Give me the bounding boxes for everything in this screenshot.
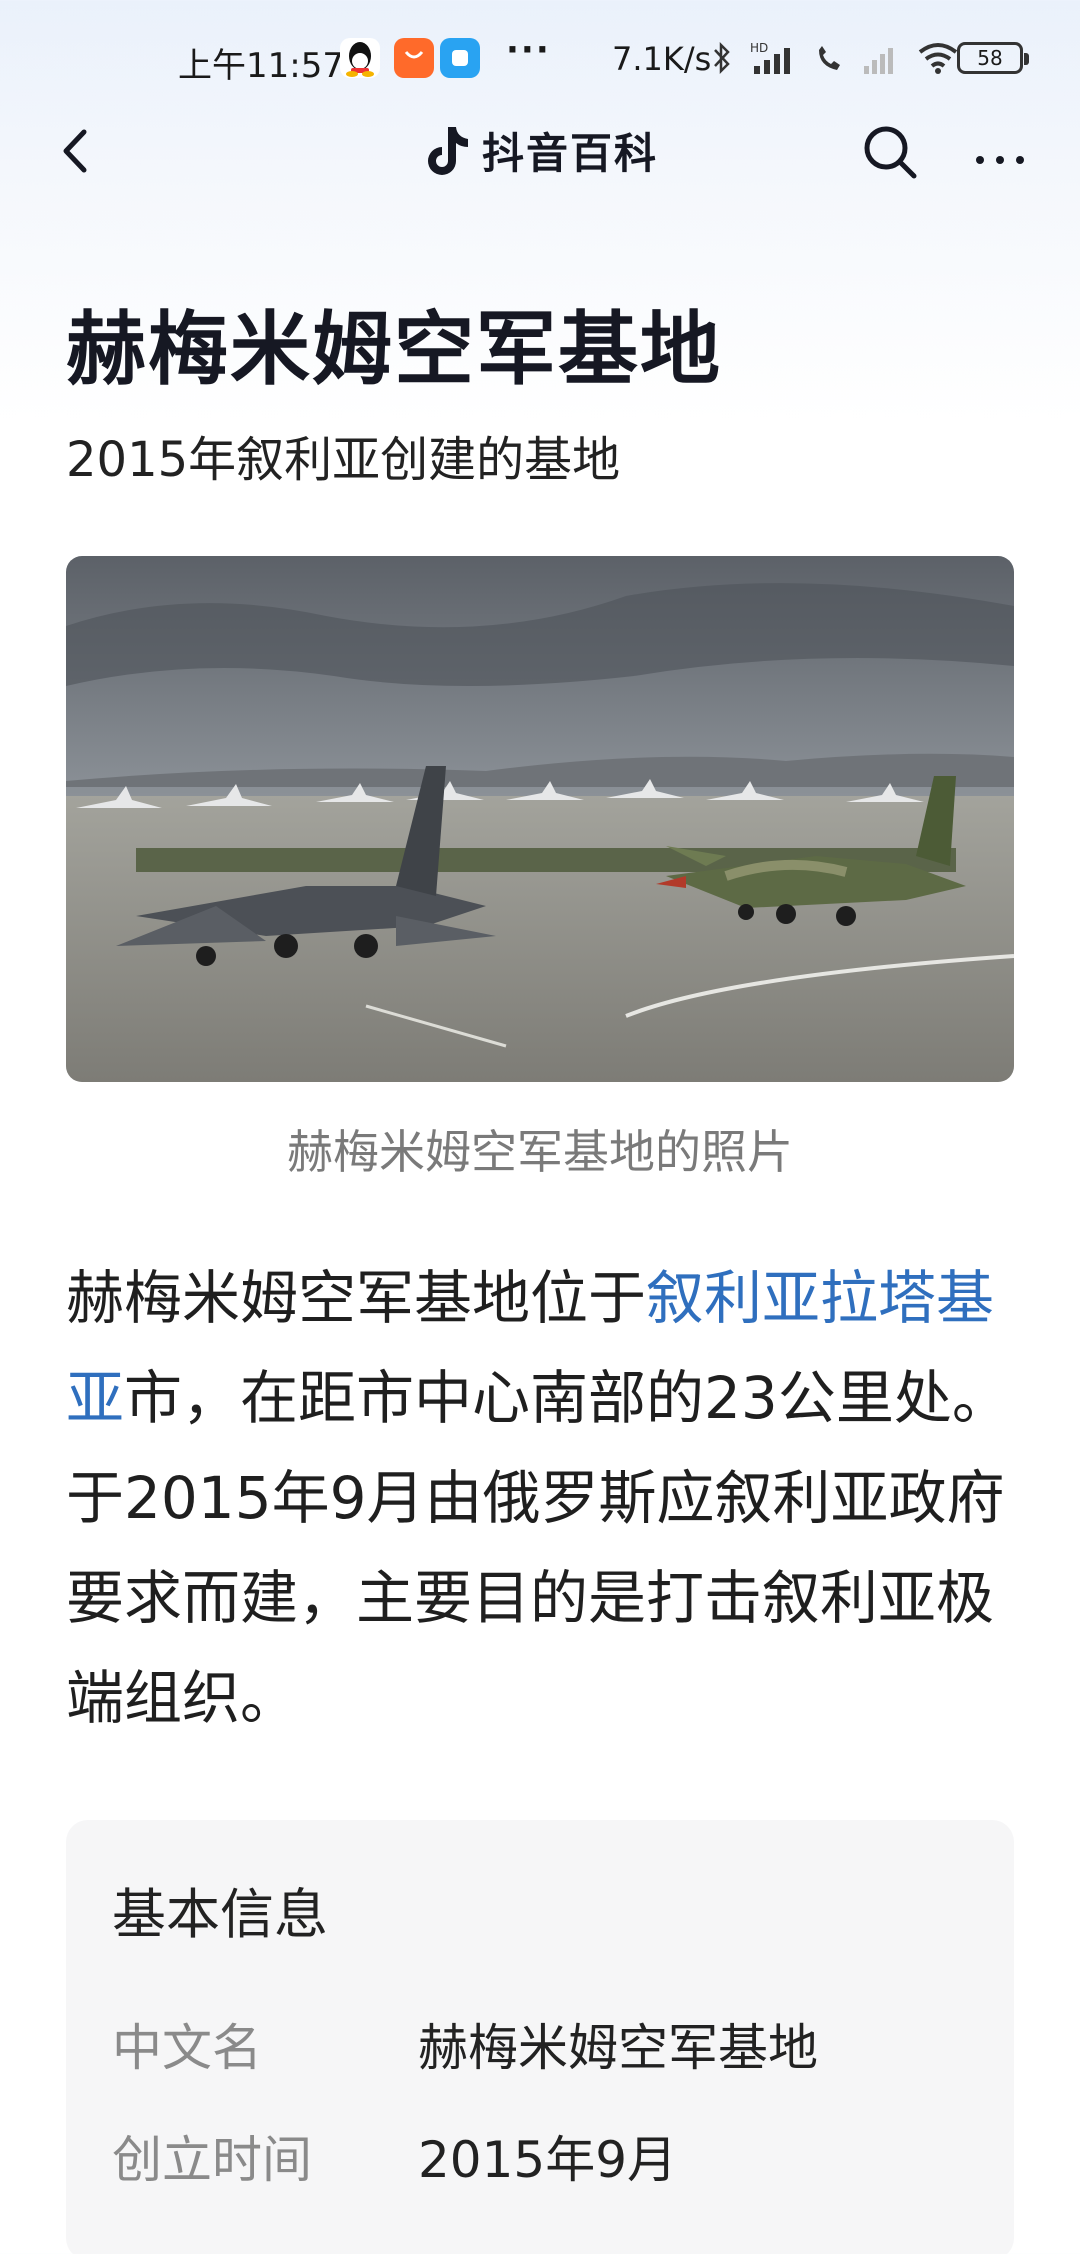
svg-text:HD: HD <box>750 41 768 55</box>
notification-more: ··· <box>506 30 551 70</box>
battery-indicator: 58 <box>957 42 1029 74</box>
intro-text-end: 市，在距市中心南部的23公里处。于2015年9月由俄罗斯应叙利亚政府要求而建，主… <box>66 1364 1010 1732</box>
intro-text-start: 赫梅米姆空军基地位于 <box>66 1264 647 1332</box>
hd-signal-icon: HD <box>750 41 790 74</box>
taobao-icon <box>394 38 434 78</box>
call-icon <box>819 46 840 70</box>
basic-info-card: 基本信息 中文名 赫梅米姆空军基地 创立时间 2015年9月 <box>66 1820 1014 2254</box>
app-icon <box>440 38 480 78</box>
info-row: 中文名 赫梅米姆空军基地 <box>112 2008 818 2080</box>
basic-info-title: 基本信息 <box>112 1883 328 1946</box>
airbase-photo-image <box>66 556 1014 1082</box>
net-speed: 7.1K/s <box>612 40 712 78</box>
top-nav-bar: 抖音百科 <box>0 110 1080 194</box>
status-icons: HD <box>712 40 960 76</box>
article-photo[interactable] <box>66 556 1014 1082</box>
brand-title: 抖音百科 <box>482 129 659 178</box>
info-row: 创立时间 2015年9月 <box>112 2120 677 2192</box>
intro-paragraph: 赫梅米姆空军基地位于叙利亚拉塔基亚市，在距市中心南部的23公里处。于2015年9… <box>66 1248 1026 1748</box>
info-value-founded: 2015年9月 <box>418 2131 678 2189</box>
page-title: 赫梅米姆空军基地 <box>66 303 722 396</box>
info-key-chinese-name: 中文名 <box>112 2019 262 2077</box>
bluetooth-icon <box>714 41 730 75</box>
signal-icon <box>864 48 893 74</box>
info-value-chinese-name: 赫梅米姆空军基地 <box>418 2019 818 2077</box>
more-button[interactable] <box>970 118 1030 182</box>
search-icon <box>864 126 917 179</box>
info-key-founded: 创立时间 <box>112 2131 312 2189</box>
back-button[interactable] <box>48 116 108 186</box>
status-time: 上午11:57 <box>178 46 344 86</box>
brand-header: 抖音百科 <box>424 120 658 181</box>
search-button[interactable] <box>858 120 922 184</box>
photo-caption: 赫梅米姆空军基地的照片 <box>287 1125 793 1179</box>
page-subtitle: 2015年叙利亚创建的基地 <box>66 432 621 488</box>
back-icon <box>63 129 87 173</box>
qq-icon <box>340 38 380 78</box>
more-icon <box>976 156 1024 164</box>
tiktok-logo-icon <box>428 126 468 175</box>
wifi-icon <box>918 43 958 74</box>
status-bar: 上午11:57 ··· 7.1K/s HD 58 <box>0 0 1080 118</box>
